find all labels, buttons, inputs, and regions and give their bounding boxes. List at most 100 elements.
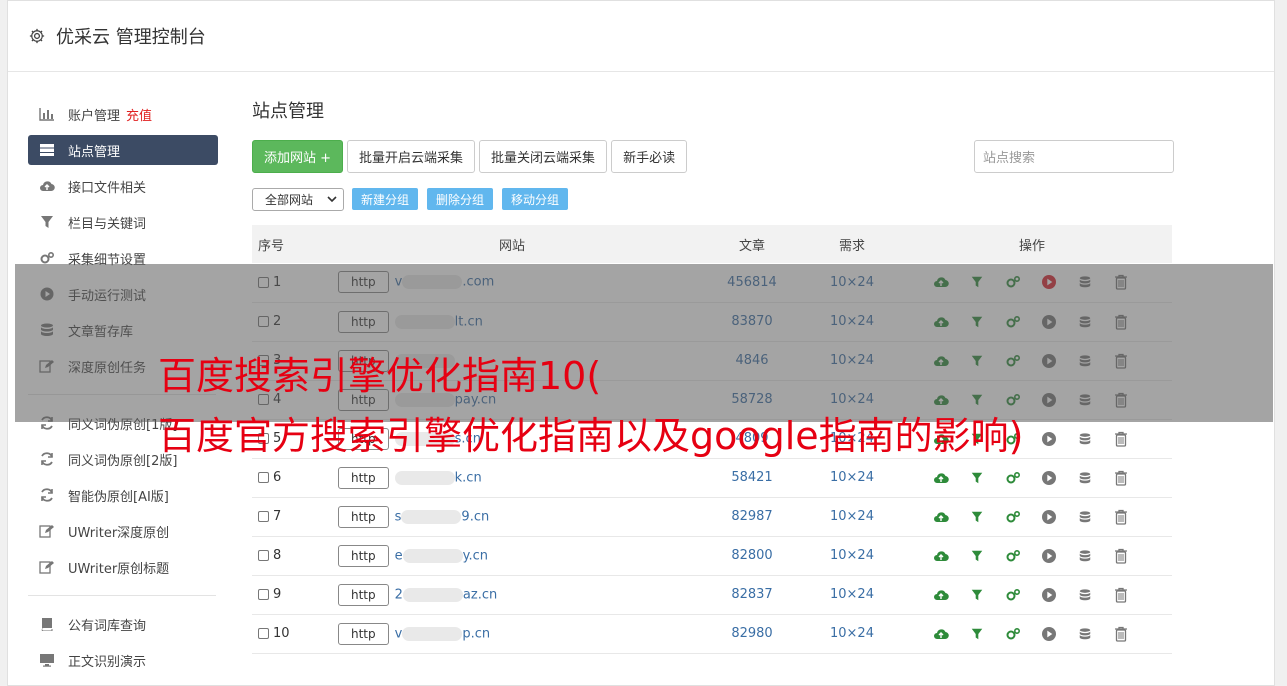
play-icon[interactable] xyxy=(1040,586,1058,604)
protocol-badge: http xyxy=(338,544,389,567)
site-group-select[interactable]: 全部网站 xyxy=(252,187,344,211)
redacted-domain xyxy=(402,548,463,563)
filter-icon[interactable] xyxy=(968,586,986,604)
delete-group-button[interactable]: 删除分组 xyxy=(427,188,494,210)
trash-icon[interactable] xyxy=(1112,625,1130,643)
domain-prefix[interactable]: s xyxy=(395,509,402,524)
trash-icon[interactable] xyxy=(1112,469,1130,487)
sidebar-item-11[interactable]: UWriter深度原创 xyxy=(28,513,218,549)
domain-suffix[interactable]: 9.cn xyxy=(461,509,489,524)
cogs-icon[interactable] xyxy=(1004,586,1022,604)
trash-icon[interactable] xyxy=(1112,430,1130,448)
row-number: 6 xyxy=(273,470,282,485)
site-search-input[interactable]: 站点搜索 xyxy=(974,139,1174,173)
database-icon[interactable] xyxy=(1076,547,1094,565)
header-num: 序号 xyxy=(258,238,285,254)
cogs-icon[interactable] xyxy=(1004,508,1022,526)
play-icon[interactable] xyxy=(1040,625,1058,643)
cogs-icon[interactable] xyxy=(1004,469,1022,487)
refresh-icon xyxy=(38,452,56,466)
domain-prefix[interactable]: e xyxy=(395,548,403,563)
database-icon[interactable] xyxy=(1076,508,1094,526)
batch-open-button[interactable]: 批量开启云端采集 xyxy=(347,139,476,173)
protocol-badge: http xyxy=(338,505,389,528)
move-group-button[interactable]: 移动分组 xyxy=(502,188,569,210)
protocol-badge: http xyxy=(338,583,389,606)
row-checkbox[interactable] xyxy=(258,550,269,561)
table-row: 8 http e y.cn 82800 10×24 xyxy=(252,536,1172,575)
row-checkbox[interactable] xyxy=(258,628,269,639)
domain-suffix[interactable]: k.cn xyxy=(455,470,482,485)
headline-line-2: 百度官方搜索引擎优化指南以及google指南的影响) xyxy=(158,414,1024,458)
filter-icon[interactable] xyxy=(968,469,986,487)
demand-value: 10×24 xyxy=(830,626,874,641)
row-checkbox[interactable] xyxy=(258,472,269,483)
row-number-cell: 8 xyxy=(252,536,332,575)
domain-prefix[interactable]: 2 xyxy=(395,587,403,602)
play-icon[interactable] xyxy=(1040,469,1058,487)
edit-icon xyxy=(38,524,56,538)
cloud-upload-icon xyxy=(38,179,56,193)
trash-icon[interactable] xyxy=(1112,508,1130,526)
database-icon[interactable] xyxy=(1076,625,1094,643)
cloud-upload-icon[interactable] xyxy=(932,508,950,526)
cogs-icon xyxy=(38,251,56,265)
database-icon[interactable] xyxy=(1076,469,1094,487)
cloud-upload-icon[interactable] xyxy=(932,469,950,487)
sidebar-item-3[interactable]: 栏目与关键词 xyxy=(28,204,218,240)
sidebar-item-12[interactable]: UWriter原创标题 xyxy=(28,549,218,585)
batch-close-button[interactable]: 批量关闭云端采集 xyxy=(479,139,608,173)
domain-prefix[interactable]: v xyxy=(395,626,403,641)
cloud-upload-icon[interactable] xyxy=(932,586,950,604)
domain-suffix[interactable]: az.cn xyxy=(463,587,497,602)
sidebar-item-13[interactable]: 公有词库查询 xyxy=(28,606,218,642)
article-headline: 百度搜索引擎优化指南10( 百度官方搜索引擎优化指南以及google指南的影响) xyxy=(158,346,1024,466)
article-count: 82980 xyxy=(731,626,773,641)
site-cell: http v p.cn xyxy=(332,614,692,653)
cloud-upload-icon[interactable] xyxy=(932,625,950,643)
cogs-icon[interactable] xyxy=(1004,547,1022,565)
play-icon[interactable] xyxy=(1040,430,1058,448)
sidebar-item-0[interactable]: 账户管理 充值 xyxy=(28,96,218,132)
demand-value: 10×24 xyxy=(830,509,874,524)
guide-button[interactable]: 新手必读 xyxy=(611,139,688,173)
filter-icon[interactable] xyxy=(968,625,986,643)
ops-cell xyxy=(892,575,1172,614)
header-ops: 操作 xyxy=(1018,238,1045,254)
play-icon[interactable] xyxy=(1040,508,1058,526)
row-checkbox[interactable] xyxy=(258,511,269,522)
filter-icon[interactable] xyxy=(968,508,986,526)
sidebar-item-label: UWriter深度原创 xyxy=(68,525,170,541)
row-number: 9 xyxy=(273,587,282,602)
sidebar-item-2[interactable]: 接口文件相关 xyxy=(28,168,218,204)
sidebar-divider xyxy=(28,595,216,596)
row-checkbox[interactable] xyxy=(258,589,269,600)
domain-suffix[interactable]: p.cn xyxy=(462,626,490,641)
sidebar-item-label: UWriter原创标题 xyxy=(68,561,170,577)
table-row: 10 http v p.cn 82980 10×24 xyxy=(252,614,1172,653)
site-cell: http s 9.cn xyxy=(332,497,692,536)
ops-cell xyxy=(892,536,1172,575)
group-toolbar: 全部网站 新建分组 删除分组 移动分组 xyxy=(252,187,1182,211)
filter-icon[interactable] xyxy=(968,547,986,565)
new-group-button[interactable]: 新建分组 xyxy=(352,188,419,210)
cogs-icon[interactable] xyxy=(1004,625,1022,643)
add-site-button[interactable]: 添加网站 + xyxy=(252,139,344,173)
recharge-link[interactable]: 充值 xyxy=(126,105,152,124)
row-number-cell: 10 xyxy=(252,614,332,653)
sidebar-item-14[interactable]: 正文识别演示 xyxy=(28,642,218,678)
trash-icon[interactable] xyxy=(1112,547,1130,565)
domain-suffix[interactable]: y.cn xyxy=(463,548,488,563)
cloud-upload-icon[interactable] xyxy=(932,547,950,565)
top-bar: 优采云 管理控制台 xyxy=(8,1,1274,72)
bar-chart-icon xyxy=(38,107,56,121)
sidebar-item-1[interactable]: 站点管理 xyxy=(28,135,218,165)
database-icon[interactable] xyxy=(1076,586,1094,604)
trash-icon[interactable] xyxy=(1112,586,1130,604)
sidebar-item-label: 接口文件相关 xyxy=(68,180,147,196)
database-icon[interactable] xyxy=(1076,430,1094,448)
demand-value: 10×24 xyxy=(830,587,874,602)
play-icon[interactable] xyxy=(1040,547,1058,565)
sidebar-item-label: 公有词库查询 xyxy=(68,618,147,634)
sidebar-item-10[interactable]: 智能伪原创[AI版] xyxy=(28,477,218,513)
